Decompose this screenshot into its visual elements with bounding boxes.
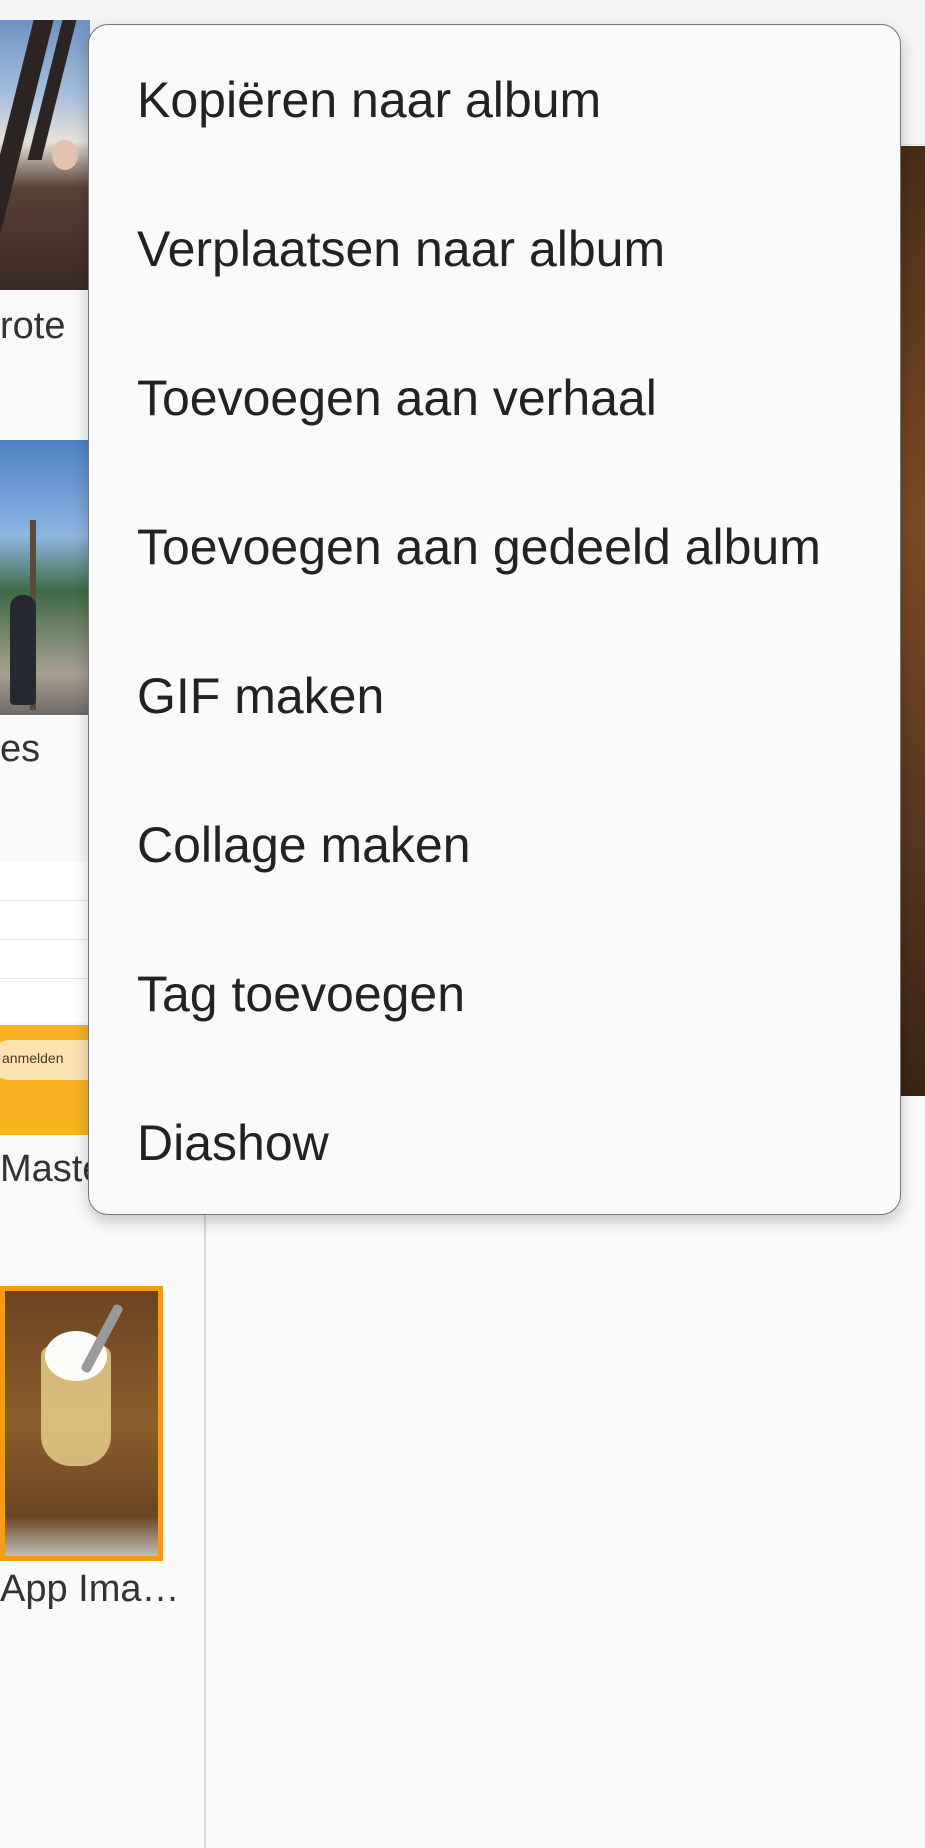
album-label[interactable]: es (0, 728, 40, 771)
menu-item-create-gif[interactable]: GIF maken (89, 621, 900, 770)
menu-item-move-to-album[interactable]: Verplaatsen naar album (89, 174, 900, 323)
menu-item-create-collage[interactable]: Collage maken (89, 770, 900, 919)
menu-item-add-tag[interactable]: Tag toevoegen (89, 919, 900, 1068)
album-label[interactable]: App Ima… (0, 1568, 180, 1611)
thumbnail-text: anmelden (2, 1050, 64, 1066)
gallery-screen: 1 rote es anmelden Master App Ima… Kopië… (0, 0, 925, 1848)
overflow-menu: Kopiëren naar album Verplaatsen naar alb… (88, 24, 901, 1215)
menu-item-add-to-shared-album[interactable]: Toevoegen aan gedeeld album (89, 472, 900, 621)
album-thumbnail-selected[interactable] (0, 1286, 163, 1561)
album-thumbnail[interactable] (0, 440, 90, 715)
menu-item-copy-to-album[interactable]: Kopiëren naar album (89, 25, 900, 174)
album-label[interactable]: rote (0, 305, 65, 348)
menu-item-add-to-story[interactable]: Toevoegen aan verhaal (89, 323, 900, 472)
album-thumbnail[interactable] (0, 20, 90, 290)
album-thumbnail[interactable] (0, 862, 88, 1022)
menu-item-slideshow[interactable]: Diashow (89, 1068, 900, 1217)
